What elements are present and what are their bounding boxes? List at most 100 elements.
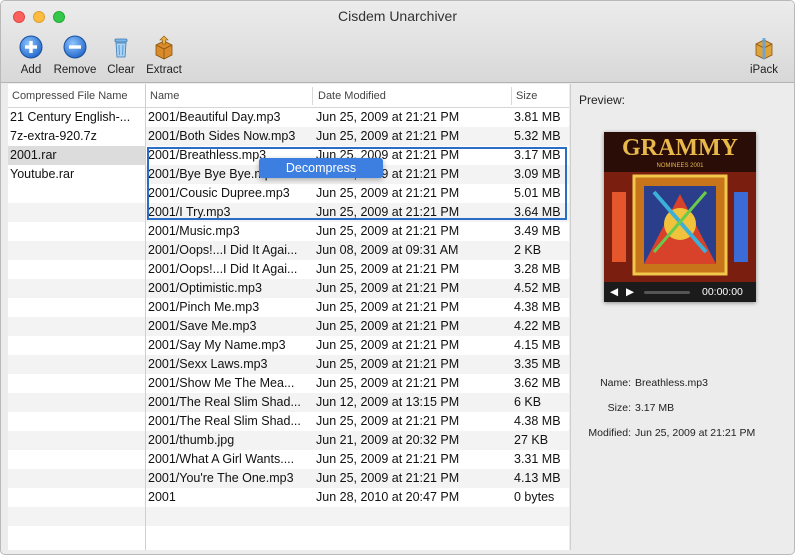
file-row[interactable]: 2001/You're The One.mp3 Jun 25, 2009 at 2… <box>146 469 569 488</box>
file-row[interactable]: 2001/Sexx Laws.mp3 Jun 25, 2009 at 21:21 … <box>146 355 569 374</box>
file-name-cell: 2001/Pinch Me.mp3 <box>148 300 260 314</box>
file-name-cell: 2001/Oops!...I Did It Agai... <box>148 262 298 276</box>
volume-icon[interactable]: ◀ <box>610 282 618 302</box>
file-row[interactable]: 2001/Oops!...I Did It Agai... Jun 08, 200… <box>146 241 569 260</box>
remove-label: Remove <box>53 64 97 76</box>
file-name-cell: 2001/What A Girl Wants.... <box>148 452 295 466</box>
file-row[interactable]: 2001/What A Girl Wants.... Jun 25, 2009 a… <box>146 450 569 469</box>
empty-row <box>8 260 145 279</box>
file-row[interactable]: 2001/Both Sides Now.mp3 Jun 25, 2009 at 2… <box>146 127 569 146</box>
file-row[interactable]: 2001 Jun 28, 2010 at 20:47 PM 0 bytes <box>146 488 569 507</box>
app-window: Cisdem Unarchiver Add Remove Clear Extra… <box>0 0 795 555</box>
file-row[interactable]: 2001/I Try.mp3 Jun 25, 2009 at 21:21 PM 3.… <box>146 203 569 222</box>
file-row[interactable]: 2001/Save Me.mp3 Jun 25, 2009 at 21:21 PM… <box>146 317 569 336</box>
titlebar: Cisdem Unarchiver Add Remove Clear Extra… <box>1 1 794 83</box>
meta-modified-key: Modified: <box>588 427 631 439</box>
date-column-header[interactable]: Date Modified <box>314 84 386 108</box>
file-name-cell: 2001/thumb.jpg <box>148 433 235 447</box>
audio-player: ◀ ▶ 00:00:00 <box>604 282 756 302</box>
play-icon[interactable]: ▶ <box>626 282 634 302</box>
album-subtitle-text: NOMINEES 2001 <box>656 163 704 169</box>
file-row[interactable]: 2001/Optimistic.mp3 Jun 25, 2009 at 21:21… <box>146 279 569 298</box>
name-column-header[interactable]: Name <box>146 84 179 108</box>
media-preview: GRAMMY NOMINEES 2001 ◀ ▶ 00:00:00 <box>604 132 756 302</box>
file-date-cell: Jun 25, 2009 at 21:21 PM <box>316 186 460 200</box>
file-size-cell: 2 KB <box>514 243 542 257</box>
file-row[interactable]: 2001/Pinch Me.mp3 Jun 25, 2009 at 21:21 P… <box>146 298 569 317</box>
file-date-cell: Jun 25, 2009 at 21:21 PM <box>316 262 460 276</box>
file-row[interactable]: 2001/The Real Slim Shad... Jun 12, 2009 a… <box>146 393 569 412</box>
add-label: Add <box>20 64 42 76</box>
file-name-cell: 2001/Sexx Laws.mp3 <box>148 357 268 371</box>
meta-size-value: 3.17 MB <box>635 402 675 414</box>
file-row[interactable]: 2001/The Real Slim Shad... Jun 25, 2009 a… <box>146 412 569 431</box>
extract-button[interactable]: Extract <box>144 33 184 76</box>
preview-pane: Preview: GRAMMY NOMINEES 2001 ◀ ▶ 00:00:… <box>570 84 790 550</box>
empty-row <box>8 488 145 507</box>
empty-row <box>8 336 145 355</box>
meta-name-value: Breathless.mp3 <box>635 377 708 389</box>
file-row[interactable]: 2001/Cousic Dupree.mp3 Jun 25, 2009 at 21… <box>146 184 569 203</box>
album-artwork: GRAMMY NOMINEES 2001 <box>604 132 756 282</box>
file-row[interactable]: 2001/Music.mp3 Jun 25, 2009 at 21:21 PM 3.… <box>146 222 569 241</box>
empty-row <box>8 469 145 488</box>
archive-list-item[interactable]: 2001.rar <box>8 146 145 165</box>
empty-row <box>8 317 145 336</box>
size-column-header[interactable]: Size <box>512 84 537 108</box>
ipack-box-icon <box>755 38 773 60</box>
decompress-menu-item[interactable]: Decompress <box>259 158 383 178</box>
archive-list-item[interactable]: Youtube.rar <box>8 165 145 184</box>
ipack-button[interactable]: iPack <box>746 33 782 76</box>
archive-name: 2001.rar <box>10 148 57 162</box>
clear-button[interactable]: Clear <box>105 33 137 76</box>
file-row[interactable]: 2001/Oops!...I Did It Agai... Jun 25, 200… <box>146 260 569 279</box>
clear-label: Clear <box>107 64 135 76</box>
empty-row <box>8 241 145 260</box>
file-date-cell: Jun 25, 2009 at 21:21 PM <box>316 357 460 371</box>
file-row[interactable]: 2001/Say My Name.mp3 Jun 25, 2009 at 21:2… <box>146 336 569 355</box>
file-size-cell: 3.28 MB <box>514 262 561 276</box>
file-date-cell: Jun 12, 2009 at 13:15 PM <box>316 395 460 409</box>
file-table-header: Name Date Modified Size <box>146 84 569 108</box>
file-date-cell: Jun 25, 2009 at 21:21 PM <box>316 224 460 238</box>
meta-name-key: Name: <box>600 377 631 389</box>
file-size-cell: 4.22 MB <box>514 319 561 333</box>
file-size-cell: 5.01 MB <box>514 186 561 200</box>
file-size-cell: 3.31 MB <box>514 452 561 466</box>
file-row[interactable]: 2001/Beautiful Day.mp3 Jun 25, 2009 at 21… <box>146 108 569 127</box>
archive-list-header[interactable]: Compressed File Name <box>8 84 145 108</box>
file-date-cell: Jun 25, 2009 at 21:21 PM <box>316 129 460 143</box>
window-title: Cisdem Unarchiver <box>337 8 458 24</box>
file-size-cell: 3.64 MB <box>514 205 561 219</box>
extract-label: Extract <box>146 64 182 76</box>
file-date-cell: Jun 25, 2009 at 21:21 PM <box>316 338 460 352</box>
playback-scrubber[interactable] <box>644 291 690 294</box>
file-size-cell: 4.38 MB <box>514 414 561 428</box>
empty-row <box>146 507 569 526</box>
file-date-cell: Jun 21, 2009 at 20:32 PM <box>316 433 460 447</box>
file-name-cell: 2001/Oops!...I Did It Agai... <box>148 243 298 257</box>
archive-list-item[interactable]: 21 Century English-... <box>8 108 145 127</box>
archive-list: 21 Century English-... 7z-extra-920.7z 200… <box>8 108 145 545</box>
file-date-cell: Jun 25, 2009 at 21:21 PM <box>316 376 460 390</box>
file-size-cell: 5.32 MB <box>514 129 561 143</box>
meta-size-key: Size: <box>607 402 631 414</box>
file-date-cell: Jun 25, 2009 at 21:21 PM <box>316 110 460 124</box>
remove-icon <box>63 35 87 59</box>
file-date-cell: Jun 25, 2009 at 21:21 PM <box>316 300 460 314</box>
file-row[interactable]: 2001/thumb.jpg Jun 21, 2009 at 20:32 PM 27… <box>146 431 569 450</box>
file-size-cell: 0 bytes <box>514 490 555 504</box>
compressed-file-name-header[interactable]: Compressed File Name <box>8 84 128 108</box>
extract-box-icon <box>155 35 173 60</box>
column-divider[interactable] <box>312 87 313 105</box>
file-row[interactable]: 2001/Show Me The Mea... Jun 25, 2009 at 2… <box>146 374 569 393</box>
empty-row <box>8 450 145 469</box>
archive-name: Youtube.rar <box>10 167 75 181</box>
add-button[interactable]: Add <box>16 33 46 76</box>
archive-list-item[interactable]: 7z-extra-920.7z <box>8 127 145 146</box>
file-name-cell: 2001/Beautiful Day.mp3 <box>148 110 281 124</box>
remove-button[interactable]: Remove <box>53 33 97 76</box>
file-size-cell: 4.15 MB <box>514 338 561 352</box>
file-name-cell: 2001/Say My Name.mp3 <box>148 338 286 352</box>
empty-row <box>8 393 145 412</box>
